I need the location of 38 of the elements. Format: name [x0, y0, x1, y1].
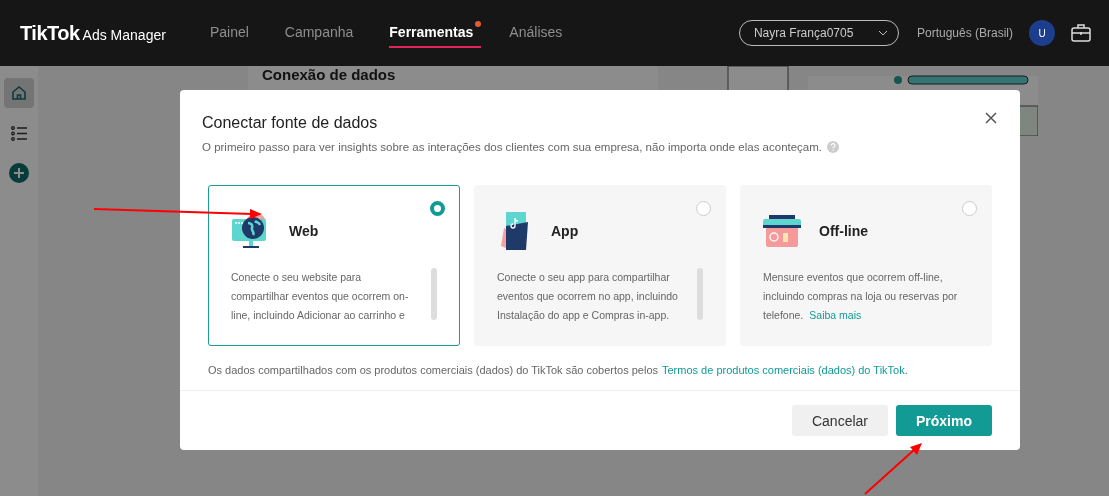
- dialog-title: Conectar fonte de dados: [202, 114, 378, 132]
- nav-tab[interactable]: Painel: [209, 18, 257, 48]
- terms-link[interactable]: Termos de produtos comerciais (dados) do TikTok: [662, 364, 905, 376]
- add-icon: [9, 163, 29, 183]
- cancel-button[interactable]: Cancelar: [791, 405, 888, 436]
- terms-text: Os dados compartilhados com os produtos comerciais (dados) do TikTok são cobertos pelos Termos de produtos comerciais (dados) do TikTok.: [208, 364, 909, 376]
- radio-button[interactable]: [696, 201, 711, 216]
- language-link[interactable]: Português (Brasil): [916, 26, 1013, 40]
- user-avatar[interactable]: U: [1029, 20, 1055, 46]
- scrollbar[interactable]: [431, 268, 437, 320]
- source-option-card[interactable]: Web Conecte o seu website para compartilhar eventos que ocorrem on-line, incluindo Adicionar ao carrinho e: [208, 185, 460, 346]
- chevron-down-icon: [877, 30, 888, 36]
- radio-button[interactable]: [962, 201, 977, 216]
- list-icon: [10, 125, 28, 141]
- annotation-arrow: [864, 443, 922, 495]
- source-option-card[interactable]: Off-line Mensure eventos que ocorrem off-line, incluindo compras na loja ou reservas por telefone. Saiba mais: [740, 185, 992, 346]
- dialog-subtitle: O primeiro passo para ver insights sobre as interações dos clientes com sua empresa, não importa onde elas aconteçam.: [202, 141, 823, 153]
- radio-button[interactable]: [430, 201, 445, 216]
- nav-tab[interactable]: Análises: [509, 18, 571, 48]
- option-title: Web: [289, 223, 319, 239]
- scrollbar[interactable]: [697, 268, 703, 320]
- briefcase-icon[interactable]: [1071, 24, 1091, 42]
- source-option-card[interactable]: App Conecte o seu app para compartilhar eventos que ocorrem no app, incluindo Instalação do app e Compras in-app.: [474, 185, 726, 346]
- help-icon[interactable]: [827, 141, 840, 153]
- section-title: Conexão de dados: [262, 66, 397, 83]
- nav-tab[interactable]: Ferramentas: [389, 18, 482, 48]
- option-description: Conecte o seu app para compartilhar eventos que ocorrem no app, incluindo Instalação do app e Compras in-app.: [497, 270, 679, 323]
- app-name: Ads Manager: [82, 26, 166, 43]
- close-button[interactable]: [984, 112, 998, 126]
- app-logo: TikTok: [20, 21, 80, 45]
- option-description: Conecte o seu website para compartilhar eventos que ocorrem on-line, incluindo Adicionar ao carrinho e: [231, 270, 410, 323]
- nav-tab[interactable]: Campanha: [284, 18, 362, 48]
- option-title: Off-line: [819, 223, 868, 239]
- option-description: Mensure eventos que ocorrem off-line, incluindo compras na loja ou reservas por telefone. Saiba mais: [763, 270, 959, 323]
- option-title: App: [551, 223, 579, 239]
- store-icon: [763, 215, 801, 247]
- home-icon: [11, 85, 27, 101]
- sidebar-button[interactable]: [4, 78, 34, 108]
